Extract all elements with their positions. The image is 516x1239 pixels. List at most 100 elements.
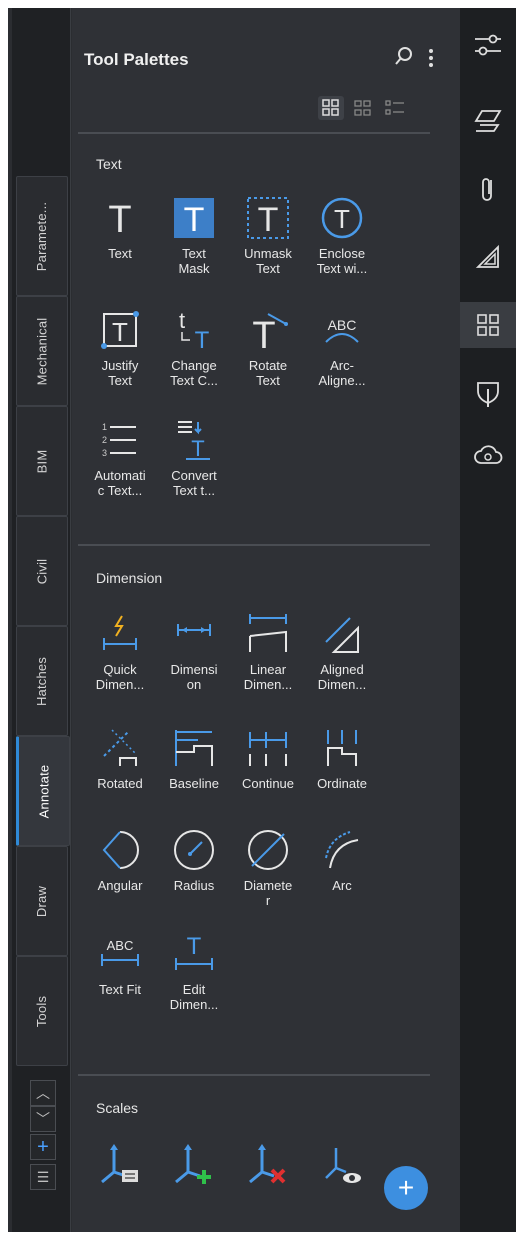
tab-label: Hatches [34,656,50,706]
aligned-dimension-icon [325,617,359,653]
tool-text-fit[interactable]: ABC Text Fit [84,932,156,997]
svg-text:T: T [184,201,205,239]
tool-text-mask[interactable]: T Text Mask [158,196,230,276]
enclose-text-icon: T [321,197,363,239]
tool-palettes-panel: Tool Palettes Text T Text T Text Mask T … [72,8,460,1232]
linear-dimension-icon [249,614,287,652]
svg-text:T: T [108,199,131,238]
baseline-dimension-icon [175,730,213,766]
svg-text:ABC: ABC [328,317,357,333]
lightbulb-button[interactable] [460,370,516,416]
tool-scale-list[interactable] [84,1142,156,1186]
tool-text[interactable]: T Text [84,196,156,261]
tool-convert-text[interactable]: T Convert Text t... [158,418,230,498]
tab-hatches[interactable]: Hatches [16,626,68,736]
tool-arc-aligned-text[interactable]: ABC Arc- Aligne... [306,308,378,388]
tool-label: Baseline [169,776,219,791]
tool-scale-add[interactable] [158,1142,230,1186]
tab-label: Mechanical [34,317,50,385]
view-list-button[interactable] [382,96,408,120]
svg-text:t: t [179,308,185,333]
svg-text:T: T [112,317,128,347]
divider [78,1074,430,1076]
panel-title: Tool Palettes [84,50,189,69]
tab-parameters[interactable]: Paramete... [16,176,68,296]
quick-dimension-icon [103,615,137,650]
tool-label: Angular [97,878,143,893]
ucs-add-icon [175,1144,211,1184]
add-tool-button[interactable]: + [384,1166,428,1210]
tool-label: Text Mask [178,246,210,276]
tool-aligned-dimension[interactable]: Aligned Dimen... [306,612,378,692]
tool-enclose-text[interactable]: T Enclose Text wi... [306,196,378,276]
tool-automatic-text-numbering[interactable]: 1 2 3 Automati c Text... [84,418,156,498]
view-large-icons-button[interactable] [318,96,344,120]
diameter-dimension-icon [248,830,288,870]
attachments-button[interactable] [460,166,516,212]
tab-civil[interactable]: Civil [16,516,68,626]
tab-list-button[interactable]: ☰ [30,1164,56,1190]
tool-label: Text [108,246,132,261]
properties-button[interactable] [460,22,516,68]
scroll-down-button[interactable]: ﹀ [30,1106,56,1132]
edit-dimension-text-icon: T [175,933,213,970]
tool-label: Automati c Text... [94,468,146,498]
layers-button[interactable] [460,96,516,142]
ucs-list-icon [101,1144,138,1184]
tool-quick-dimension[interactable]: Quick Dimen... [84,612,156,692]
tool-linear-dimension[interactable]: Linear Dimen... [232,612,304,692]
tool-ordinate-dimension[interactable]: Ordinate [306,726,378,791]
menu-icon: ☰ [36,1168,50,1185]
drafting-triangle-icon [475,244,499,268]
sliders-icon [475,34,501,56]
tool-edit-dimension-text[interactable]: T Edit Dimen... [158,932,230,1012]
ucs-eye-icon [325,1148,361,1183]
more-options-button[interactable] [426,48,436,73]
scroll-up-button[interactable]: ︿ [30,1080,56,1106]
cloud-sync-button[interactable] [460,432,516,478]
tool-label: Justify Text [101,358,139,388]
add-tab-button[interactable]: + [30,1134,56,1160]
svg-text:T: T [334,204,350,234]
tool-scale-view[interactable] [306,1142,378,1186]
tool-rotated-dimension[interactable]: Rotated [84,726,156,791]
tool-arc-dimension[interactable]: Arc [306,828,378,893]
tool-unmask-text[interactable]: T Unmask Text [232,196,304,276]
drawing-tools-button[interactable] [460,234,516,280]
tool-label: Diamete r [243,878,293,908]
tool-baseline-dimension[interactable]: Baseline [158,726,230,791]
tab-mechanical[interactable]: Mechanical [16,296,68,406]
tab-label: Tools [34,995,50,1027]
radius-dimension-icon [174,830,214,870]
justify-text-icon: T [101,311,139,349]
tab-label: Paramete... [34,201,50,271]
tool-angular-dimension[interactable]: Angular [84,828,156,893]
tool-scale-delete[interactable] [232,1142,304,1186]
tab-tools[interactable]: Tools [16,956,68,1066]
tool-label: Convert Text t... [171,468,217,498]
tab-label: Civil [34,558,50,584]
tool-palettes-button[interactable] [460,302,516,348]
plus-icon: + [397,1172,415,1203]
tool-justify-text[interactable]: T Justify Text [84,308,156,388]
tool-dimension[interactable]: Dimensi on [158,612,230,692]
tool-radius-dimension[interactable]: Radius [158,828,230,893]
continue-dimension-icon [249,732,287,766]
tool-continue-dimension[interactable]: Continue [232,726,304,791]
cloud-icon [474,445,503,464]
tool-label: Rotate Text [248,358,288,388]
section-label-text: Text [96,156,122,172]
numbered-list-icon: 1 2 3 [102,422,136,458]
view-small-icons-button[interactable] [350,96,376,120]
tab-draw[interactable]: Draw [16,846,68,956]
tab-annotate[interactable]: Annotate [16,736,70,846]
tool-diameter-dimension[interactable]: Diamete r [232,828,304,908]
search-button[interactable] [394,46,414,71]
tab-label: Annotate [36,764,52,818]
arc-dimension-icon [325,831,359,869]
svg-text:T: T [258,201,279,239]
tab-bim[interactable]: BIM [16,406,68,516]
tool-change-text-case[interactable]: tT Change Text C... [158,308,230,388]
tool-rotate-text[interactable]: T Rotate Text [232,308,304,388]
chevron-down-icon: ﹀ [36,1111,50,1127]
